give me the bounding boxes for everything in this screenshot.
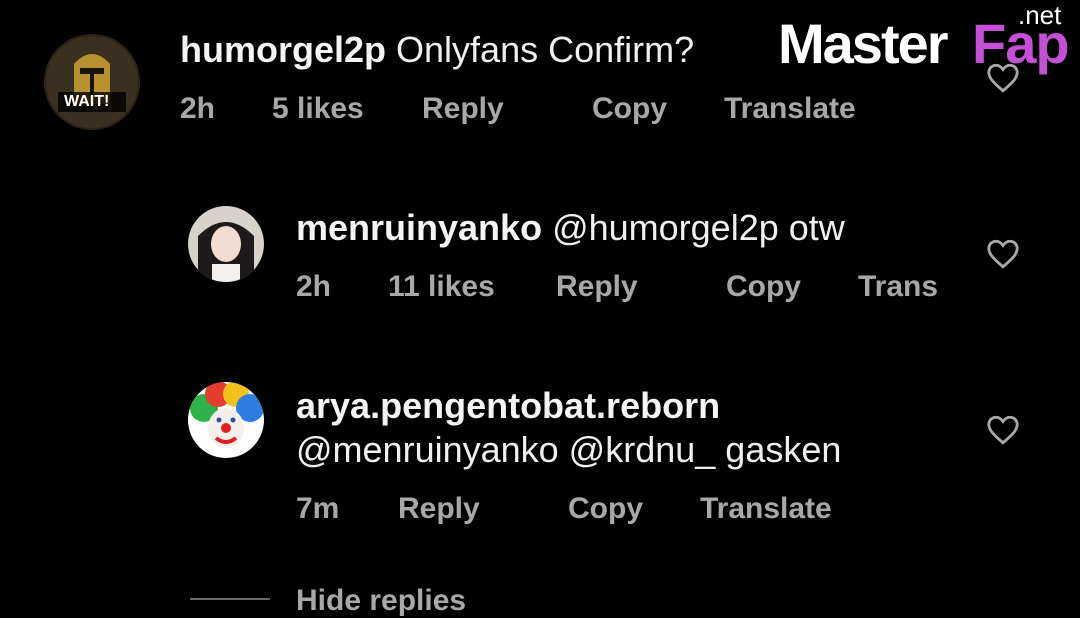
reply-button[interactable]: Reply: [422, 92, 504, 126]
copy-button[interactable]: Copy: [568, 492, 643, 526]
comment-username[interactable]: arya.pengentobat.reborn: [296, 385, 720, 426]
copy-button[interactable]: Copy: [726, 270, 801, 304]
comment-time: 2h: [180, 92, 216, 125]
avatar-image: [44, 34, 140, 130]
heart-outline-icon[interactable]: [986, 238, 1020, 270]
avatar[interactable]: WAIT!: [44, 34, 140, 130]
avatar[interactable]: [188, 206, 264, 282]
avatar[interactable]: [188, 382, 264, 458]
comment-likes[interactable]: 11 likes: [388, 270, 495, 304]
copy-button[interactable]: Copy: [592, 92, 667, 126]
heart-outline-icon[interactable]: [986, 414, 1020, 446]
watermark-logo: Master Fap .net: [778, 0, 1078, 84]
avatar-badge: WAIT!: [64, 93, 110, 110]
translate-button[interactable]: Trans: [858, 270, 938, 304]
comment-likes[interactable]: 5 likes: [272, 92, 364, 126]
comment-text: @menruinyanko @krdnu_ gasken: [296, 429, 842, 470]
reply-button[interactable]: Reply: [398, 492, 480, 526]
comment-text: Onlyfans Confirm?: [396, 29, 695, 70]
hide-replies-button[interactable]: Hide replies: [296, 584, 466, 618]
comment-time: 2h: [296, 270, 332, 303]
hide-replies-divider: [190, 598, 270, 600]
watermark-master: Master: [778, 12, 949, 75]
comment-username[interactable]: menruinyanko: [296, 207, 542, 248]
comment-text: @humorgel2p otw: [552, 207, 845, 248]
avatar-image: [188, 382, 264, 458]
heart-outline-icon[interactable]: [986, 62, 1020, 94]
avatar-image: [188, 206, 264, 282]
comment-username[interactable]: humorgel2p: [180, 29, 386, 70]
comment-time: 7m: [296, 492, 340, 525]
reply-button[interactable]: Reply: [556, 270, 638, 304]
translate-button[interactable]: Translate: [700, 492, 832, 526]
watermark-net: .net: [1018, 0, 1062, 30]
translate-button[interactable]: Translate: [724, 92, 856, 126]
